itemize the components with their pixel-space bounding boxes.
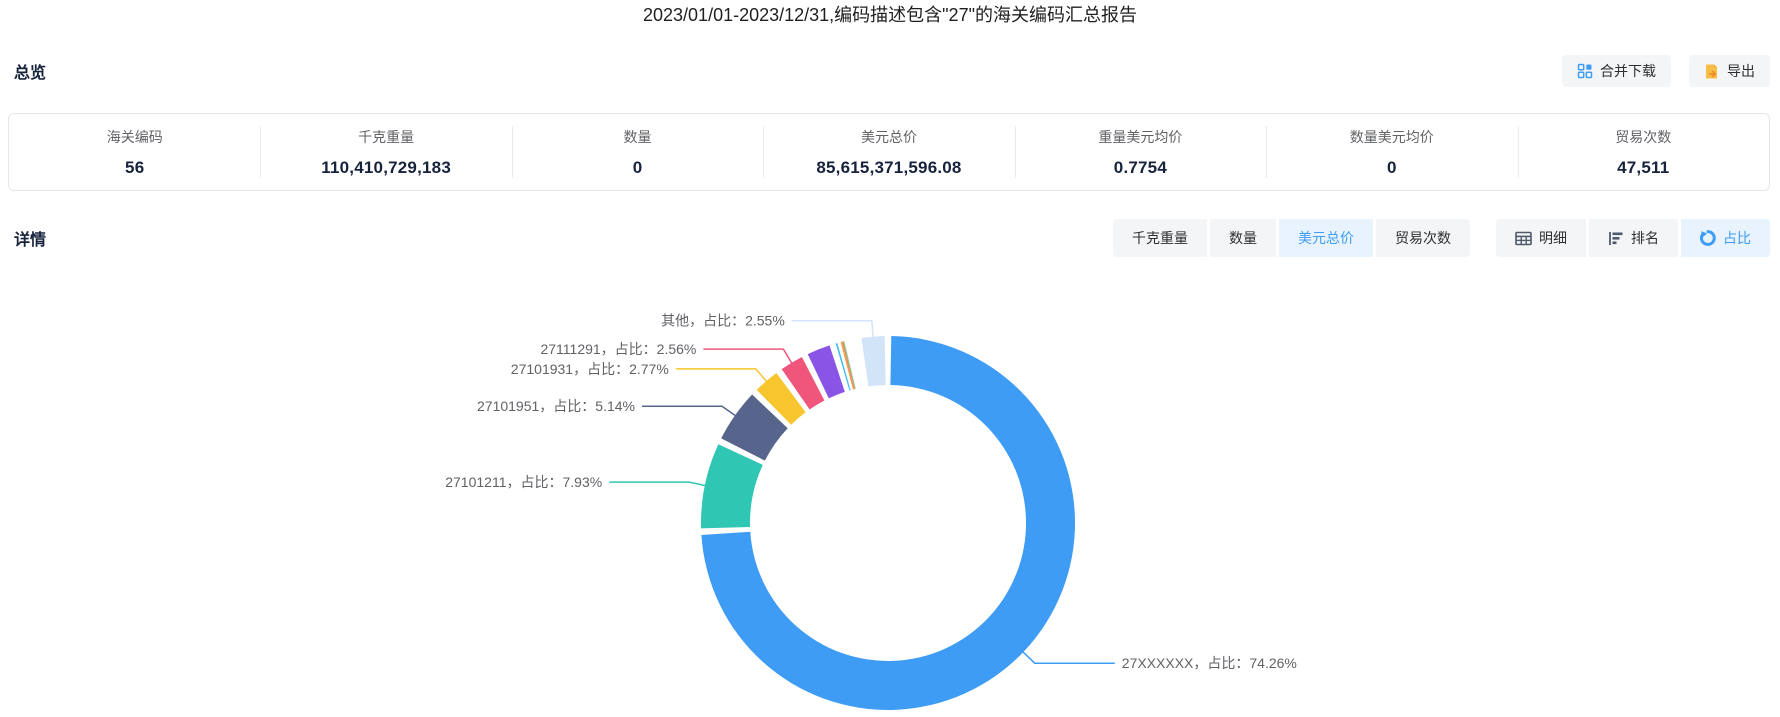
tab-kg-weight[interactable]: 千克重量 (1113, 219, 1207, 257)
stat-value: 85,615,371,596.08 (816, 157, 962, 177)
stat-value: 0 (1386, 157, 1397, 177)
stat-kg-weight: 千克重量 110,410,729,183 (260, 127, 511, 178)
export-label: 导出 (1727, 63, 1755, 79)
donut-segment-unlabeled-11[interactable] (847, 338, 864, 389)
stat-quantity: 数量 0 (512, 127, 763, 178)
stat-value: 56 (125, 157, 145, 177)
tab-label: 千克重量 (1132, 230, 1188, 246)
donut-leader-line-27111291 (703, 348, 793, 364)
donut-segment-27101211[interactable] (701, 444, 763, 529)
donut-leader-line-其他 (791, 319, 874, 338)
donut-label-27XXXXXX: 27XXXXXX，占比：74.26% (1122, 655, 1297, 671)
tab-label: 明细 (1539, 230, 1567, 246)
stat-usd-per-weight: 重量美元均价 0.7754 (1015, 127, 1266, 178)
donut-segment-27XXXXXX[interactable] (701, 336, 1076, 710)
stat-label: 重量美元均价 (1098, 128, 1183, 145)
stat-label: 千克重量 (358, 128, 415, 145)
stat-label: 贸易次数 (1615, 128, 1672, 145)
stat-usd-total: 美元总价 85,615,371,596.08 (763, 127, 1014, 178)
donut-label-27101211: 27101211，占比：7.93% (445, 474, 602, 490)
overview-header: 总览 合并下载 导出 (14, 52, 1770, 90)
donut-leader-line-27101931 (675, 368, 768, 383)
donut-leader-line-27101211 (609, 481, 706, 487)
donut-label-27111291: 27111291，占比：2.56% (540, 341, 696, 357)
export-button[interactable]: 导出 (1689, 55, 1770, 87)
ranking-icon (1608, 231, 1624, 246)
overview-heading: 总览 (14, 65, 47, 82)
overview-actions: 合并下载 导出 (1562, 55, 1770, 87)
stat-value: 110,410,729,183 (321, 157, 451, 177)
donut-label-其他: 其他，占比：2.55% (661, 313, 785, 329)
stat-label: 数量美元均价 (1349, 128, 1434, 145)
stat-value: 0.7754 (1113, 157, 1167, 177)
detail-header: 详情 千克重量 数量 美元总价 贸易次数 明细 排名 占比 (14, 219, 1770, 257)
overview-stats-card: 海关编码 56 千克重量 110,410,729,183 数量 0 美元总价 8… (8, 113, 1770, 191)
donut-label-27101931: 27101931，占比：2.77% (511, 361, 669, 377)
pie-icon (1700, 230, 1716, 246)
donut-leader-line-27XXXXXX (1021, 650, 1115, 664)
detail-tab-groups: 千克重量 数量 美元总价 贸易次数 明细 排名 占比 (1113, 219, 1770, 257)
tab-label: 美元总价 (1298, 230, 1354, 246)
tab-detail-view[interactable]: 明细 (1496, 219, 1586, 257)
tab-quantity[interactable]: 数量 (1210, 219, 1276, 257)
donut-segment-其他[interactable] (861, 336, 886, 387)
tab-share-view[interactable]: 占比 (1681, 219, 1770, 257)
stat-label: 美元总价 (860, 128, 917, 145)
merge-download-icon (1577, 63, 1593, 79)
stat-value: 47,511 (1617, 157, 1670, 177)
tab-ranking-view[interactable]: 排名 (1589, 219, 1678, 257)
table-icon (1515, 231, 1532, 246)
donut-label-27101951: 27101951，占比：5.14% (477, 398, 635, 414)
donut-leader-line-27101951 (642, 405, 737, 417)
stat-label: 数量 (623, 128, 652, 145)
stat-trade-count: 贸易次数 47,511 (1518, 127, 1769, 178)
export-icon (1704, 63, 1720, 79)
tab-label: 数量 (1229, 230, 1257, 246)
merge-download-label: 合并下载 (1600, 63, 1656, 79)
stat-label: 海关编码 (106, 128, 163, 145)
tab-usd-total[interactable]: 美元总价 (1279, 219, 1373, 257)
tab-trade-count[interactable]: 贸易次数 (1376, 219, 1470, 257)
metric-tab-group: 千克重量 数量 美元总价 贸易次数 (1113, 219, 1470, 257)
stat-value: 0 (632, 157, 643, 177)
detail-heading: 详情 (14, 232, 47, 249)
stat-customs-code: 海关编码 56 (9, 127, 260, 178)
tab-label: 占比 (1723, 230, 1751, 246)
view-tab-group: 明细 排名 占比 (1496, 219, 1770, 257)
stat-usd-per-quantity: 数量美元均价 0 (1266, 127, 1517, 178)
page-title: 2023/01/01-2023/12/31,编码描述包含"27"的海关编码汇总报… (643, 5, 1137, 25)
tab-label: 贸易次数 (1395, 230, 1451, 246)
donut-chart-svg: 27XXXXXX，占比：74.26% 27101211，占比：7.93% 27101… (445, 313, 1297, 710)
merge-download-button[interactable]: 合并下载 (1562, 55, 1671, 87)
donut-chart: 27XXXXXX，占比：74.26% 27101211，占比：7.93% 27101… (0, 257, 1780, 717)
tab-label: 排名 (1631, 230, 1659, 246)
